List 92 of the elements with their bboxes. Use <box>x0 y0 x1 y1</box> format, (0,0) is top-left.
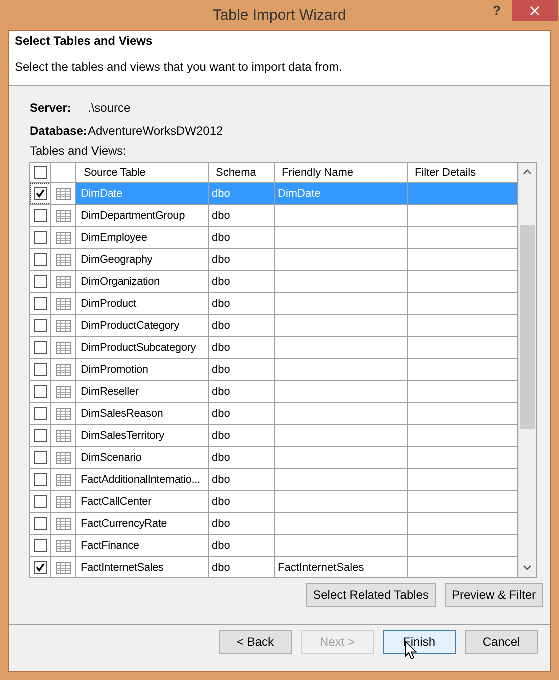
list-label: Tables and Views: <box>30 144 128 160</box>
row-checkbox[interactable] <box>34 429 46 442</box>
row-checkbox[interactable] <box>34 539 46 552</box>
table-icon <box>56 320 70 332</box>
table-cell[interactable]: FactFinance <box>76 535 209 557</box>
row-checkbox[interactable] <box>34 561 46 574</box>
table-icon <box>56 408 70 420</box>
close-button[interactable]: × <box>512 0 558 21</box>
table-cell[interactable]: DimEmployee <box>76 227 209 249</box>
table-icon <box>56 562 70 574</box>
table-cell: dbo <box>209 293 275 315</box>
row-checkbox[interactable] <box>34 209 46 222</box>
wizard-button[interactable]: < Back <box>219 630 292 654</box>
table-cell[interactable]: FactCurrencyRate <box>76 513 209 535</box>
table-cell: FactInternetSales <box>275 557 408 577</box>
info-value: .\source <box>88 100 131 114</box>
row-checkbox[interactable] <box>34 275 46 288</box>
table-cell: dbo <box>209 447 275 469</box>
row-checkbox[interactable] <box>34 319 46 332</box>
table-icon <box>56 298 70 310</box>
table-cell[interactable]: DimGeography <box>76 249 209 271</box>
scroll-up-icon[interactable] <box>523 169 532 175</box>
row-checkbox[interactable] <box>34 341 46 354</box>
table-action-button[interactable]: Preview & Filter <box>444 583 543 607</box>
table-icon <box>56 452 70 464</box>
table-cell: dbo <box>209 425 275 447</box>
help-button[interactable]: ? <box>489 3 505 18</box>
row-checkbox[interactable] <box>34 385 46 398</box>
table-icon <box>56 430 70 442</box>
row-checkbox[interactable] <box>34 517 46 530</box>
scrollbar-thumb[interactable] <box>520 225 535 429</box>
table-icon <box>56 474 70 486</box>
table-icon <box>56 364 70 376</box>
table-cell[interactable]: DimSalesTerritory <box>76 425 209 447</box>
table-cell[interactable]: FactAdditionalInternatio... <box>76 469 209 491</box>
table-cell: dbo <box>209 359 275 381</box>
page-title: Select Tables and Views <box>15 34 154 48</box>
table-cell[interactable]: DimSalesReason <box>76 403 209 425</box>
row-checkbox[interactable] <box>34 297 46 310</box>
table-cell: dbo <box>209 469 275 491</box>
table-cell: dbo <box>209 271 275 293</box>
table-cell: dbo <box>209 227 275 249</box>
row-checkbox[interactable] <box>34 495 46 508</box>
row-checkbox[interactable] <box>34 451 46 464</box>
table-cell: DimDate <box>275 183 408 205</box>
table-cell[interactable]: FactCallCenter <box>76 491 209 513</box>
table-icon <box>56 276 70 288</box>
table-icon <box>56 496 70 508</box>
table-icon <box>56 342 70 354</box>
wizard-button[interactable]: Cancel <box>465 630 538 654</box>
table-cell: dbo <box>209 513 275 535</box>
table-icon <box>56 386 70 398</box>
table-cell: dbo <box>209 205 275 227</box>
table-icon <box>56 232 70 244</box>
table-cell: dbo <box>209 249 275 271</box>
table-cell: dbo <box>209 337 275 359</box>
table-icon <box>56 540 70 552</box>
page-description: Select the tables and views that you want to import data from. <box>15 60 344 74</box>
table-cell[interactable]: DimProductCategory <box>76 315 209 337</box>
wizard-button[interactable]: Finish <box>383 630 456 654</box>
table-cell[interactable]: DimOrganization <box>76 271 209 293</box>
table-cell: dbo <box>209 183 275 205</box>
info-label: Database: <box>30 124 88 138</box>
table-cell: dbo <box>209 557 275 577</box>
window-title: Table Import Wizard <box>212 6 346 24</box>
table-cell[interactable]: DimDepartmentGroup <box>76 205 209 227</box>
select-all-checkbox[interactable] <box>34 166 46 179</box>
table-icon <box>56 188 70 200</box>
table-icon <box>56 518 70 530</box>
info-label: Server: <box>30 100 72 114</box>
table-cell[interactable]: FactInternetSales <box>76 557 209 577</box>
info-value: AdventureWorksDW2012 <box>88 124 224 138</box>
table-cell: dbo <box>209 403 275 425</box>
table-cell[interactable]: DimScenario <box>76 447 209 469</box>
table-icon <box>56 254 70 266</box>
table-cell: dbo <box>209 535 275 557</box>
row-checkbox[interactable] <box>34 407 46 420</box>
row-checkbox[interactable] <box>34 253 46 266</box>
row-checkbox[interactable] <box>34 231 46 244</box>
table-icon <box>56 210 70 222</box>
scrollbar[interactable] <box>518 163 536 577</box>
scroll-down-icon[interactable] <box>523 565 532 571</box>
table-action-button[interactable]: Select Related Tables <box>306 583 436 607</box>
table-cell[interactable]: DimProduct <box>76 293 209 315</box>
table-cell[interactable]: DimPromotion <box>76 359 209 381</box>
table-cell: dbo <box>209 315 275 337</box>
table-cell: dbo <box>209 381 275 403</box>
table-cell[interactable]: DimProductSubcategory <box>76 337 209 359</box>
table-cell[interactable]: DimReseller <box>76 381 209 403</box>
row-checkbox[interactable] <box>34 363 46 376</box>
table-cell: dbo <box>209 491 275 513</box>
row-checkbox[interactable] <box>34 473 46 486</box>
